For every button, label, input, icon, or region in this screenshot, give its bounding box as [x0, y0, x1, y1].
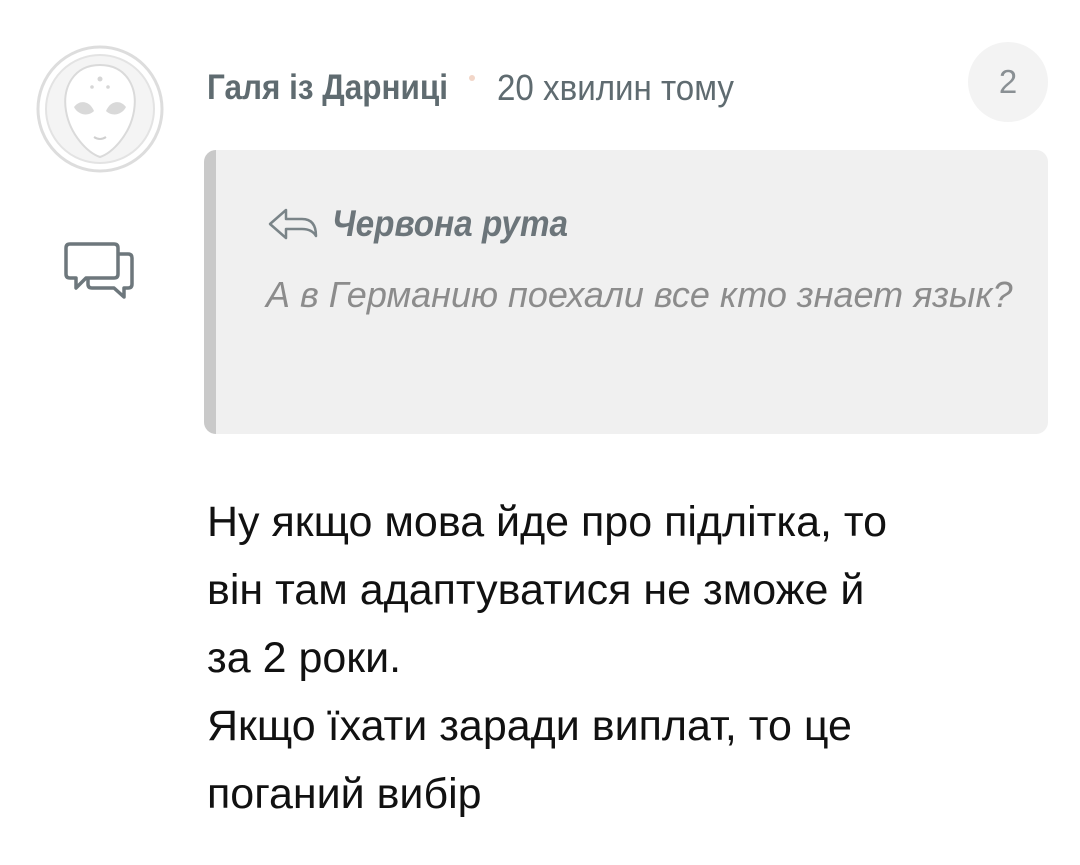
- timestamp: 20 хвилин тому: [496, 67, 734, 108]
- comment-text: Ну якщо мова йде про підлітка, то він та…: [207, 488, 1047, 828]
- quote-author-row: Червона рута: [266, 198, 594, 250]
- comment-line: Ну якщо мова йде про підлітка, то: [207, 498, 888, 546]
- comment-header: Галя із Дарниці 20 хвилин тому: [207, 58, 907, 118]
- quote-text: А в Германию поехали все кто знает язык?: [266, 274, 1013, 315]
- author-name[interactable]: Галя із Дарниці: [207, 68, 448, 108]
- reply-arrow-icon: [268, 208, 318, 240]
- comment-line: поганий вибір: [207, 770, 482, 818]
- comment-line: за 2 роки.: [207, 634, 402, 682]
- quote-author: Червона рута: [332, 203, 569, 244]
- avatar[interactable]: [36, 45, 164, 173]
- reply-count-badge[interactable]: 2: [968, 42, 1048, 122]
- alien-face-icon: [36, 45, 164, 173]
- comment-line: Якщо їхати заради виплат, то це: [207, 702, 852, 750]
- quoted-comment[interactable]: Червона рута А в Германию поехали все кт…: [204, 150, 1048, 434]
- reply-button[interactable]: [64, 240, 136, 300]
- separator-dot: [468, 75, 475, 81]
- quote-bar: [204, 150, 216, 434]
- comment-line: він там адаптуватися не зможе й: [207, 566, 865, 614]
- chat-bubbles-icon: [64, 242, 134, 299]
